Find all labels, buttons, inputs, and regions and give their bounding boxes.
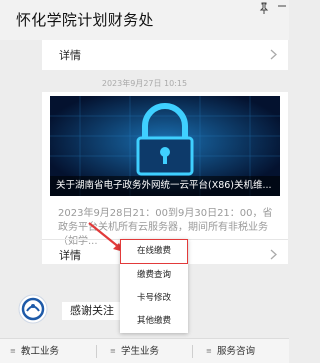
chevron-right-icon: [270, 49, 277, 60]
minimize-icon[interactable]: [276, 1, 288, 13]
payment-popup-menu: 在线缴费 缴费查询 卡号修改 其他缴费: [120, 239, 188, 333]
tab-label: 服务咨询: [217, 346, 256, 357]
tab-student-business[interactable]: ≡ 学生业务: [110, 339, 159, 363]
tab-label: 教工业务: [21, 346, 60, 357]
menu-item-payment-query[interactable]: 缴费查询: [120, 264, 188, 287]
tab-divider: [96, 345, 97, 358]
message-card-top: 详情: [42, 40, 288, 70]
article-title[interactable]: 关于湖南省电子政务外网统一云平台(X86)关机维...: [50, 176, 280, 196]
window-title-bar: 怀化学院计划财务处: [0, 0, 289, 40]
tab-divider: [192, 345, 193, 358]
window-title: 怀化学院计划财务处: [16, 11, 154, 29]
article-banner-image[interactable]: 关于湖南省电子政务外网统一云平台(X86)关机维...: [50, 96, 280, 196]
bottom-menu-bar: ≡ 教工业务 ≡ 学生业务 ≡ 服务咨询: [0, 338, 289, 363]
tab-service-consult[interactable]: ≡ 服务咨询: [206, 339, 255, 363]
follow-message-text: 感谢关注: [62, 302, 122, 320]
university-logo-icon[interactable]: [18, 294, 48, 324]
detail-row[interactable]: 详情: [42, 41, 288, 69]
pin-icon[interactable]: [257, 1, 271, 15]
menu-item-other-payment[interactable]: 其他缴费: [120, 310, 188, 333]
tab-staff-business[interactable]: ≡ 教工业务: [10, 339, 59, 363]
menu-grip-icon: ≡: [110, 347, 116, 355]
menu-grip-icon: ≡: [10, 347, 16, 355]
tab-label: 学生业务: [121, 346, 160, 357]
detail-label: 详情: [59, 49, 81, 62]
menu-item-online-payment[interactable]: 在线缴费: [120, 239, 188, 264]
detail-label: 详情: [59, 249, 81, 262]
message-timestamp: 2023年9月27日 10:15: [101, 79, 188, 88]
menu-item-card-number-edit[interactable]: 卡号修改: [120, 287, 188, 310]
chevron-right-icon: [270, 249, 277, 260]
menu-grip-icon: ≡: [206, 347, 212, 355]
